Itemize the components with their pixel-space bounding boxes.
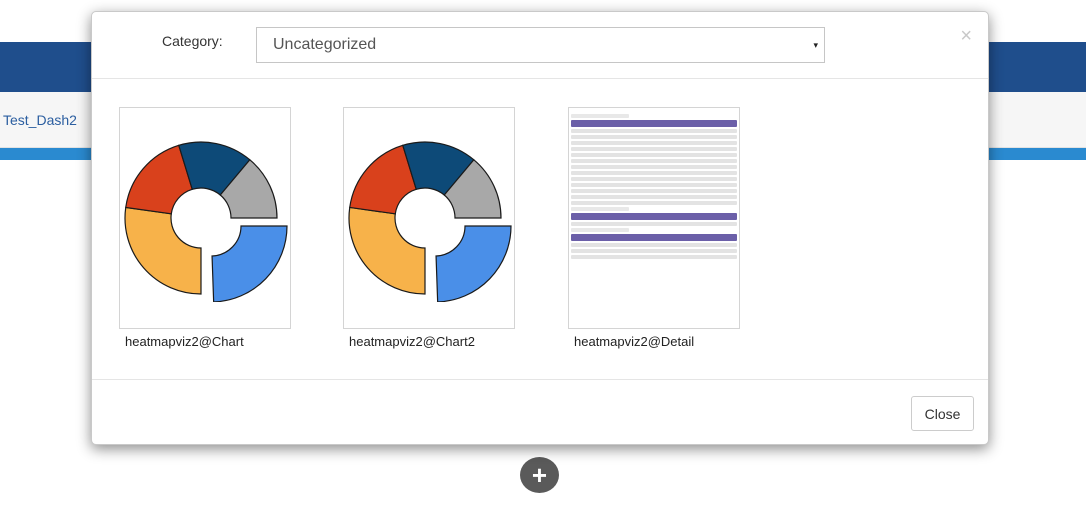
table-preview-row — [571, 165, 737, 169]
widget-tile-detail[interactable]: heatmapviz2@Detail — [568, 107, 758, 349]
widget-tile-label: heatmapviz2@Chart — [125, 334, 244, 349]
table-preview-row — [571, 213, 737, 220]
dialog-footer: Close — [92, 379, 988, 445]
table-preview-row — [571, 207, 630, 211]
chevron-down-icon: ▾ — [813, 40, 818, 50]
widget-tile-chart2[interactable]: heatmapviz2@Chart2 — [343, 107, 533, 349]
add-widget-button[interactable]: + — [520, 457, 559, 493]
table-preview-row — [571, 129, 737, 133]
widget-tile-label: heatmapviz2@Chart2 — [349, 334, 475, 349]
dashboard-tab[interactable]: Test_Dash2 — [3, 112, 77, 128]
table-preview-row — [571, 141, 737, 145]
table-preview-row — [571, 228, 630, 232]
donut-segment — [348, 206, 426, 295]
table-preview-row — [571, 120, 737, 127]
category-select[interactable]: Uncategorized ▾ — [256, 27, 825, 63]
table-preview-row — [571, 195, 737, 199]
widget-picker-dialog: Category: Uncategorized ▾ × heatmapviz2@… — [91, 11, 989, 445]
widget-tile-chart[interactable]: heatmapviz2@Chart — [119, 107, 309, 349]
close-icon[interactable]: × — [960, 26, 972, 46]
table-preview-row — [571, 249, 737, 253]
category-label: Category: — [162, 33, 223, 49]
table-preview-row — [571, 201, 737, 205]
donut-segment — [124, 206, 202, 295]
dialog-header: Category: Uncategorized ▾ × — [92, 12, 988, 79]
table-preview — [568, 107, 740, 329]
table-preview-row — [571, 135, 737, 139]
table-preview-row — [571, 243, 737, 247]
table-preview-row — [571, 114, 630, 118]
donut-segment — [435, 225, 512, 302]
table-preview-row — [571, 183, 737, 187]
table-preview-row — [571, 177, 737, 181]
donut-chart-icon — [343, 107, 515, 329]
table-preview-row — [571, 222, 737, 226]
close-button[interactable]: Close — [911, 396, 974, 431]
donut-chart-icon — [119, 107, 291, 329]
table-preview-row — [571, 171, 737, 175]
category-selected-value: Uncategorized — [273, 36, 377, 53]
table-preview-row — [571, 189, 737, 193]
donut-segment — [211, 225, 288, 302]
widget-tile-label: heatmapviz2@Detail — [574, 334, 695, 349]
table-preview-row — [571, 147, 737, 151]
table-preview-row — [571, 255, 737, 259]
table-preview-row — [571, 234, 737, 241]
plus-icon: + — [531, 460, 548, 490]
table-preview-row — [571, 159, 737, 163]
dialog-body: heatmapviz2@Chart heatmapviz2@Chart2 hea… — [92, 79, 988, 379]
table-preview-row — [571, 153, 737, 157]
